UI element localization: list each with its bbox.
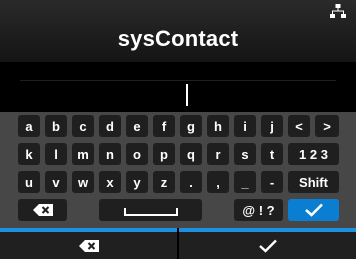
key-j[interactable]: j [261,115,283,137]
backspace-key[interactable] [18,199,67,221]
key-f[interactable]: f [153,115,175,137]
key-z[interactable]: z [153,171,175,193]
key-u[interactable]: u [18,171,40,193]
key-l[interactable]: l [45,143,67,165]
key-i[interactable]: i [234,115,256,137]
footer-confirm-button[interactable] [179,228,356,259]
shift-key[interactable]: Shift [288,171,339,193]
key-m[interactable]: m [72,143,94,165]
key-q[interactable]: q [180,143,202,165]
input-divider [20,80,336,81]
key-g[interactable]: g [180,115,202,137]
numeric-mode-key[interactable]: 1 2 3 [288,143,339,165]
key-cursor-right[interactable]: > [315,115,339,137]
key-c[interactable]: c [72,115,94,137]
enter-key[interactable] [288,199,339,221]
key-h[interactable]: h [207,115,229,137]
key-t[interactable]: t [261,143,283,165]
network-icon [330,4,346,18]
key-n[interactable]: n [99,143,121,165]
symbols-key[interactable]: @ ! ? [234,199,283,221]
on-screen-keyboard: a b c d e f g h i j < > k l m n o p q r … [0,112,356,228]
checkmark-icon [304,203,323,217]
footer-backspace-button[interactable] [0,228,177,259]
key-p[interactable]: p [153,143,175,165]
key-hyphen[interactable]: - [261,171,283,193]
backspace-icon [78,239,99,252]
key-a[interactable]: a [18,115,40,137]
text-cursor [186,84,188,106]
key-comma[interactable]: , [207,171,229,193]
key-v[interactable]: v [45,171,67,193]
key-x[interactable]: x [99,171,121,193]
key-underscore[interactable]: _ [234,171,256,193]
space-key[interactable] [99,199,202,221]
footer-bar [0,228,356,259]
checkmark-icon [258,239,277,253]
key-o[interactable]: o [126,143,148,165]
key-cursor-left[interactable]: < [288,115,310,137]
key-k[interactable]: k [18,143,40,165]
key-d[interactable]: d [99,115,121,137]
key-w[interactable]: w [72,171,94,193]
text-input-field[interactable] [0,62,356,112]
key-e[interactable]: e [126,115,148,137]
key-r[interactable]: r [207,143,229,165]
page-title: sysContact [117,26,239,51]
space-icon [123,208,178,216]
key-period[interactable]: . [180,171,202,193]
title-bar: sysContact [0,0,356,62]
key-b[interactable]: b [45,115,67,137]
backspace-icon [32,204,53,216]
key-y[interactable]: y [126,171,148,193]
key-s[interactable]: s [234,143,256,165]
